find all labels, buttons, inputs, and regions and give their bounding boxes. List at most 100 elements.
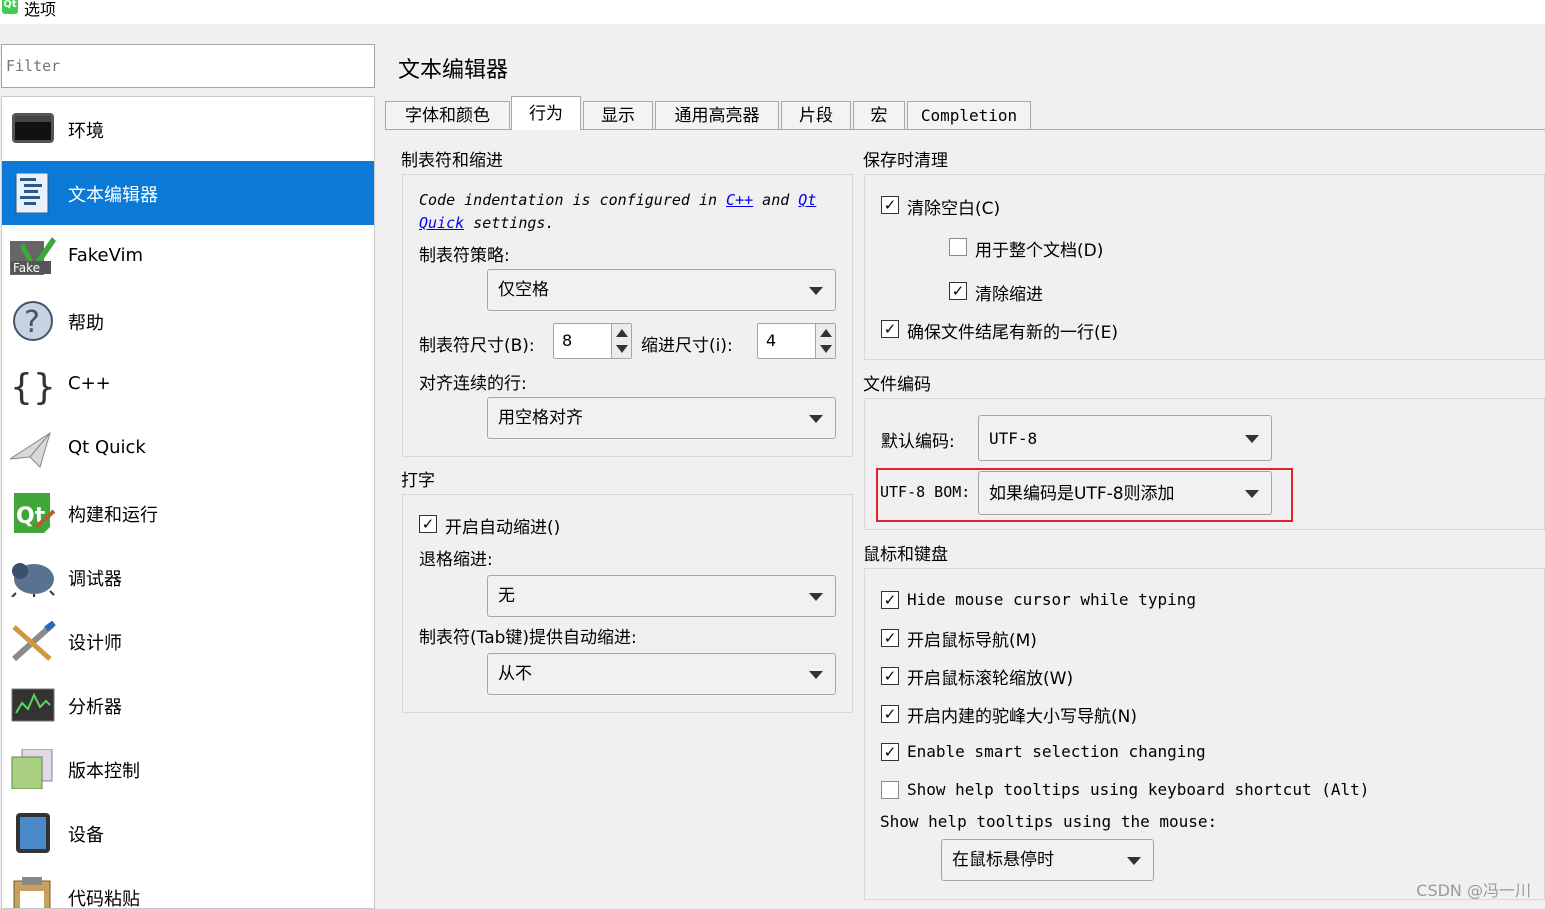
align-continuation-label: 对齐连续的行: bbox=[419, 374, 527, 394]
smart-selection-checkbox[interactable]: ✓ bbox=[881, 743, 899, 761]
tab-snippets[interactable]: 片段 bbox=[781, 101, 851, 129]
clean-whitespace-label: 清除空白(C) bbox=[907, 199, 1001, 219]
indent-size-spinbox[interactable]: 4 bbox=[757, 323, 836, 359]
device-icon bbox=[16, 813, 50, 853]
fakevim-icon: Fake bbox=[10, 237, 56, 275]
sidebar-item-qt-quick[interactable]: Qt Quick bbox=[2, 417, 374, 481]
category-sidebar: 环境 文本编辑器 Fake FakeVim ? 帮助 {} C++ Qt Qui… bbox=[1, 96, 375, 909]
analyzer-icon bbox=[11, 688, 55, 722]
chevron-down-icon bbox=[809, 415, 823, 423]
cpp-settings-link[interactable]: C++ bbox=[726, 191, 753, 209]
chevron-down-icon bbox=[809, 287, 823, 295]
auto-indent-checkbox[interactable]: ✓ bbox=[419, 515, 437, 533]
tab-policy-label: 制表符策略: bbox=[419, 246, 510, 266]
tabs-indentation-title: 制表符和缩进 bbox=[401, 151, 503, 171]
tab-macros[interactable]: 宏 bbox=[853, 101, 905, 129]
tab-font-colors[interactable]: 字体和颜色 bbox=[385, 101, 510, 129]
tab-generic-highlighter[interactable]: 通用高亮器 bbox=[655, 101, 779, 129]
clean-indentation-label: 清除缩进 bbox=[975, 285, 1043, 305]
tab-completion[interactable]: Completion bbox=[907, 101, 1031, 129]
sidebar-item-label: 文本编辑器 bbox=[68, 185, 158, 206]
mouse-keyboard-group: ✓ Hide mouse cursor while typing ✓ 开启鼠标导… bbox=[864, 568, 1545, 900]
typing-group: ✓ 开启自动缩进() 退格缩进: 无 制表符(Tab键)提供自动缩进: 从不 bbox=[402, 494, 853, 713]
sidebar-item-code-paste[interactable]: 代码粘贴 bbox=[2, 865, 374, 908]
sidebar-item-label: 版本控制 bbox=[68, 761, 140, 782]
camel-case-nav-label: 开启内建的驼峰大小写导航(N) bbox=[907, 707, 1137, 727]
chevron-down-icon bbox=[1127, 857, 1141, 865]
window-title: 选项 bbox=[24, 0, 57, 19]
sidebar-item-fakevim[interactable]: Fake FakeVim bbox=[2, 225, 374, 289]
backspace-indent-label: 退格缩进: bbox=[419, 550, 493, 570]
default-encoding-label: 默认编码: bbox=[881, 432, 955, 452]
keyboard-tooltips-checkbox[interactable] bbox=[881, 781, 899, 799]
indent-size-label: 缩进尺寸(i): bbox=[641, 336, 733, 356]
sidebar-item-label: 设备 bbox=[68, 825, 104, 846]
tab-size-spinbox[interactable]: 8 bbox=[553, 323, 632, 359]
sidebar-item-text-editor[interactable]: 文本编辑器 bbox=[2, 161, 374, 225]
sidebar-item-designer[interactable]: 设计师 bbox=[2, 609, 374, 673]
default-encoding-combo[interactable]: UTF-8 bbox=[978, 415, 1272, 461]
qt-build-icon: Qt bbox=[14, 493, 56, 533]
sidebar-item-label: Qt Quick bbox=[68, 437, 146, 458]
tab-display[interactable]: 显示 bbox=[583, 101, 653, 129]
sidebar-item-label: 分析器 bbox=[68, 697, 122, 718]
sidebar-item-label: 环境 bbox=[68, 121, 104, 142]
sidebar-item-debugger[interactable]: 调试器 bbox=[2, 545, 374, 609]
sidebar-item-cpp[interactable]: {} C++ bbox=[2, 353, 374, 417]
sidebar-item-analyzer[interactable]: 分析器 bbox=[2, 673, 374, 737]
tab-behavior[interactable]: 行为 bbox=[511, 96, 581, 130]
auto-indent-label: 开启自动缩进() bbox=[445, 518, 561, 538]
keyboard-tooltips-label: Show help tooltips using keyboard shortc… bbox=[907, 780, 1370, 799]
spin-down-icon[interactable] bbox=[820, 345, 832, 353]
entire-document-checkbox[interactable] bbox=[949, 238, 967, 256]
paper-plane-icon bbox=[10, 431, 51, 468]
typing-title: 打字 bbox=[401, 471, 435, 491]
tab-key-indent-combo[interactable]: 从不 bbox=[487, 653, 836, 695]
sidebar-item-label: FakeVim bbox=[68, 245, 144, 266]
sidebar-item-devices[interactable]: 设备 bbox=[2, 801, 374, 865]
sidebar-item-version-control[interactable]: 版本控制 bbox=[2, 737, 374, 801]
mouse-navigation-label: 开启鼠标导航(M) bbox=[907, 631, 1037, 651]
version-control-icon bbox=[11, 749, 53, 789]
tab-policy-combo[interactable]: 仅空格 bbox=[487, 269, 836, 311]
save-cleanup-group: ✓ 清除空白(C) 用于整个文档(D) ✓ 清除缩进 ✓ 确保文件结尾有新的一行… bbox=[864, 174, 1545, 360]
camel-case-nav-checkbox[interactable]: ✓ bbox=[881, 705, 899, 723]
smart-selection-label: Enable smart selection changing bbox=[907, 742, 1206, 761]
sidebar-item-environment[interactable]: 环境 bbox=[2, 97, 374, 161]
filter-input[interactable] bbox=[1, 44, 375, 88]
save-cleanup-title: 保存时清理 bbox=[863, 151, 948, 171]
wheel-zoom-checkbox[interactable]: ✓ bbox=[881, 667, 899, 685]
designer-tools-icon bbox=[11, 621, 56, 661]
tabs-indentation-group: Code indentation is configured in C++ an… bbox=[402, 174, 853, 457]
clean-indentation-checkbox[interactable]: ✓ bbox=[949, 282, 967, 300]
svg-text:?: ? bbox=[24, 305, 40, 340]
align-continuation-combo[interactable]: 用空格对齐 bbox=[487, 397, 836, 439]
title-bar: Qt 选项 bbox=[0, 0, 1545, 24]
qt-app-icon: Qt bbox=[2, 0, 18, 14]
mouse-tooltips-label: Show help tooltips using the mouse: bbox=[880, 812, 1218, 831]
spin-up-icon[interactable] bbox=[616, 329, 628, 337]
hide-cursor-checkbox[interactable]: ✓ bbox=[881, 591, 899, 609]
indentation-note: Code indentation is configured in C++ an… bbox=[419, 191, 817, 232]
spin-up-icon[interactable] bbox=[820, 329, 832, 337]
clipboard-icon bbox=[13, 877, 51, 908]
sidebar-item-build-run[interactable]: Qt 构建和运行 bbox=[2, 481, 374, 545]
mouse-keyboard-title: 鼠标和键盘 bbox=[863, 545, 948, 565]
chevron-down-icon bbox=[1245, 435, 1259, 443]
sidebar-item-help[interactable]: ? 帮助 bbox=[2, 289, 374, 353]
annotation-highlight-box bbox=[876, 468, 1293, 522]
newline-eof-checkbox[interactable]: ✓ bbox=[881, 320, 899, 338]
sidebar-item-label: 调试器 bbox=[68, 569, 122, 590]
sidebar-item-label: 帮助 bbox=[68, 313, 104, 334]
tab-size-label: 制表符尺寸(B): bbox=[419, 336, 535, 356]
entire-document-label: 用于整个文档(D) bbox=[975, 241, 1104, 261]
sidebar-item-label: 构建和运行 bbox=[68, 505, 158, 526]
svg-text:Qt: Qt bbox=[16, 504, 46, 529]
mouse-navigation-checkbox[interactable]: ✓ bbox=[881, 629, 899, 647]
spin-down-icon[interactable] bbox=[616, 345, 628, 353]
backspace-indent-combo[interactable]: 无 bbox=[487, 575, 836, 617]
clean-whitespace-checkbox[interactable]: ✓ bbox=[881, 196, 899, 214]
help-icon: ? bbox=[13, 301, 53, 341]
newline-eof-label: 确保文件结尾有新的一行(E) bbox=[907, 323, 1119, 343]
mouse-tooltips-combo[interactable]: 在鼠标悬停时 bbox=[941, 839, 1154, 881]
